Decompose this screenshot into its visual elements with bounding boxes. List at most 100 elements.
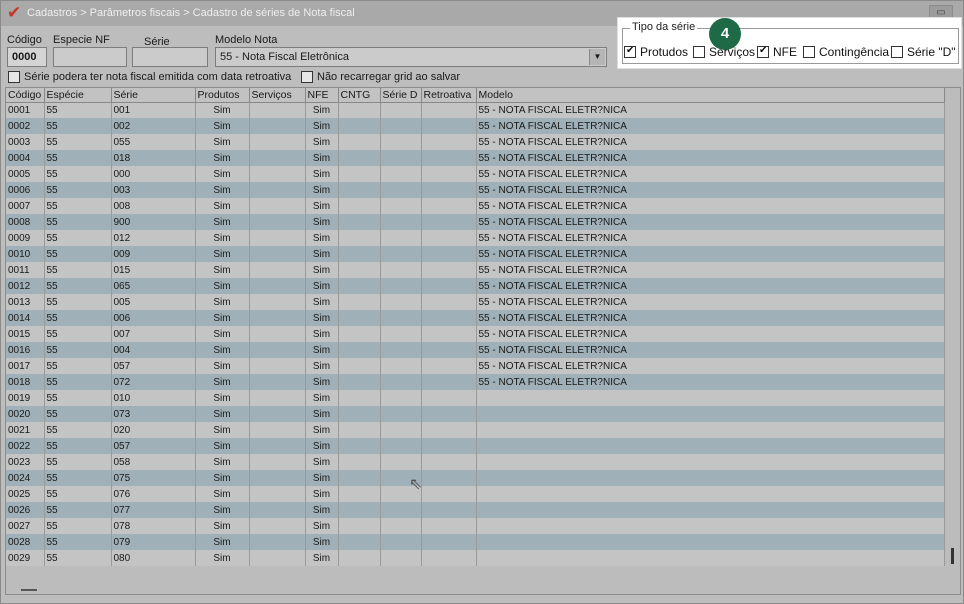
checkbox-icon[interactable] xyxy=(891,46,903,58)
table-cell xyxy=(338,326,381,342)
table-row[interactable]: 0011 55 015 Sim Sim 55 - NOTA FISCAL ELETR?NI… xyxy=(6,262,945,278)
table-row[interactable]: 0014 55 006 Sim Sim 55 - NOTA FISCAL ELETR?NI… xyxy=(6,310,945,326)
table-cell: 55 xyxy=(44,118,112,134)
table-cell: 55 - NOTA FISCAL ELETR?NICA xyxy=(476,102,945,118)
checkbox-icon[interactable] xyxy=(757,45,769,58)
table-cell xyxy=(380,102,422,118)
table-cell: 0029 xyxy=(6,550,45,566)
nao-recarregar-checkbox-label: Não recarregar grid ao salvar xyxy=(317,71,461,83)
table-row[interactable]: 0013 55 005 Sim Sim 55 - NOTA FISCAL ELETR?NI… xyxy=(6,294,945,310)
table-row[interactable]: 0016 55 004 Sim Sim 55 - NOTA FISCAL ELETR?NI… xyxy=(6,342,945,358)
table-row[interactable]: 0018 55 072 Sim Sim 55 - NOTA FISCAL ELETR?NI… xyxy=(6,374,945,390)
table-cell: 0003 xyxy=(6,134,45,150)
column-header[interactable]: CNTG xyxy=(338,88,381,103)
scrollbar-thumb[interactable] xyxy=(951,548,954,564)
table-row[interactable]: 0003 55 055 Sim Sim 55 - NOTA FISCAL ELETR?NI… xyxy=(6,134,945,150)
table-row[interactable]: 0027 55 078 Sim Sim xyxy=(6,518,945,534)
table-cell: 55 - NOTA FISCAL ELETR?NICA xyxy=(476,182,945,198)
table-row[interactable]: 0017 55 057 Sim Sim 55 - NOTA FISCAL ELETR?NI… xyxy=(6,358,945,374)
checkbox-icon[interactable] xyxy=(803,46,815,58)
column-header[interactable]: Série D xyxy=(380,88,422,103)
table-row[interactable]: 0005 55 000 Sim Sim 55 - NOTA FISCAL ELETR?NI… xyxy=(6,166,945,182)
table-cell: 003 xyxy=(111,182,196,198)
table-cell xyxy=(421,358,477,374)
table-cell: 0024 xyxy=(6,470,45,486)
table-cell: 009 xyxy=(111,246,196,262)
table-row[interactable]: 0004 55 018 Sim Sim 55 - NOTA FISCAL ELETR?NI… xyxy=(6,150,945,166)
column-header[interactable]: NFE xyxy=(305,88,339,103)
column-header[interactable]: Série xyxy=(111,88,196,103)
servicos-checkbox[interactable]: Serviços xyxy=(693,45,755,59)
table-cell: 0002 xyxy=(6,118,45,134)
table-row[interactable]: 0019 55 010 Sim Sim xyxy=(6,390,945,406)
series-grid[interactable]: Código Espécie Série Produtos Serviços NFE CNT… xyxy=(5,87,961,595)
table-cell: Sim xyxy=(305,358,339,374)
checkbox-icon[interactable] xyxy=(693,46,705,58)
table-row[interactable]: 0029 55 080 Sim Sim xyxy=(6,550,945,566)
table-cell xyxy=(421,550,477,566)
column-header[interactable]: Serviços xyxy=(249,88,306,103)
table-row[interactable]: 0010 55 009 Sim Sim 55 - NOTA FISCAL ELETR?NI… xyxy=(6,246,945,262)
table-row[interactable]: 0020 55 073 Sim Sim xyxy=(6,406,945,422)
table-cell xyxy=(249,182,306,198)
column-header[interactable]: Retroativa xyxy=(421,88,477,103)
table-cell xyxy=(421,246,477,262)
column-header[interactable]: Modelo xyxy=(476,88,945,103)
table-row[interactable]: 0022 55 057 Sim Sim xyxy=(6,438,945,454)
table-cell xyxy=(249,518,306,534)
codigo-field[interactable]: 0000 xyxy=(7,47,47,67)
table-cell: 076 xyxy=(111,486,196,502)
table-cell: Sim xyxy=(195,486,250,502)
table-cell: 0027 xyxy=(6,518,45,534)
serie-field[interactable] xyxy=(132,47,208,67)
table-row[interactable]: 0024 55 075 Sim Sim xyxy=(6,470,945,486)
table-cell xyxy=(380,438,422,454)
column-header[interactable]: Produtos xyxy=(195,88,250,103)
checkbox-icon[interactable] xyxy=(624,45,636,58)
contingencia-checkbox[interactable]: Contingência xyxy=(803,45,889,59)
column-header[interactable]: Código xyxy=(6,88,45,103)
table-row[interactable]: 0008 55 900 Sim Sim 55 - NOTA FISCAL ELETR?NI… xyxy=(6,214,945,230)
table-cell: 0009 xyxy=(6,230,45,246)
table-cell xyxy=(476,486,945,502)
checkbox-icon[interactable] xyxy=(8,71,20,83)
especie-field[interactable] xyxy=(53,47,127,67)
checkbox-icon[interactable] xyxy=(301,71,313,83)
retroativa-checkbox[interactable]: Série podera ter nota fiscal emitida com… xyxy=(8,71,291,83)
produtos-checkbox[interactable]: Protudos xyxy=(624,45,688,59)
table-cell: 0025 xyxy=(6,486,45,502)
table-row[interactable]: 0012 55 065 Sim Sim 55 - NOTA FISCAL ELETR?NI… xyxy=(6,278,945,294)
table-row[interactable]: 0015 55 007 Sim Sim 55 - NOTA FISCAL ELETR?NI… xyxy=(6,326,945,342)
table-cell: Sim xyxy=(195,230,250,246)
serie-d-checkbox[interactable]: Série "D" xyxy=(891,45,956,59)
nao-recarregar-checkbox[interactable]: Não recarregar grid ao salvar xyxy=(301,71,460,83)
table-cell: Sim xyxy=(305,502,339,518)
modelo-label: Modelo Nota xyxy=(215,34,278,46)
table-cell xyxy=(249,294,306,310)
table-row[interactable]: 0007 55 008 Sim Sim 55 - NOTA FISCAL ELETR?NI… xyxy=(6,198,945,214)
table-cell xyxy=(380,358,422,374)
table-cell xyxy=(380,182,422,198)
table-row[interactable]: 0001 55 001 Sim Sim 55 - NOTA FISCAL ELETR?NI… xyxy=(6,102,945,118)
table-cell: Sim xyxy=(195,278,250,294)
table-cell: 001 xyxy=(111,102,196,118)
table-row[interactable]: 0023 55 058 Sim Sim xyxy=(6,454,945,470)
table-row[interactable]: 0006 55 003 Sim Sim 55 - NOTA FISCAL ELETR?NI… xyxy=(6,182,945,198)
table-row[interactable]: 0002 55 002 Sim Sim 55 - NOTA FISCAL ELETR?NI… xyxy=(6,118,945,134)
table-row[interactable]: 0009 55 012 Sim Sim 55 - NOTA FISCAL ELETR?NI… xyxy=(6,230,945,246)
dropdown-arrow-icon[interactable]: ▼ xyxy=(589,49,605,65)
modelo-select[interactable]: 55 - Nota Fiscal Eletrônica ▼ xyxy=(215,47,607,67)
nfe-checkbox[interactable]: NFE xyxy=(757,45,797,59)
table-cell: 55 xyxy=(44,310,112,326)
table-row[interactable]: 0026 55 077 Sim Sim xyxy=(6,502,945,518)
nfe-checkbox-label: NFE xyxy=(773,45,797,59)
table-cell: 0008 xyxy=(6,214,45,230)
table-cell: 005 xyxy=(111,294,196,310)
table-row[interactable]: 0028 55 079 Sim Sim xyxy=(6,534,945,550)
column-header[interactable]: Espécie xyxy=(44,88,112,103)
table-row[interactable]: 0025 55 076 Sim Sim xyxy=(6,486,945,502)
table-cell: Sim xyxy=(195,470,250,486)
table-row[interactable]: 0021 55 020 Sim Sim xyxy=(6,422,945,438)
table-cell xyxy=(338,246,381,262)
table-cell: 080 xyxy=(111,550,196,566)
